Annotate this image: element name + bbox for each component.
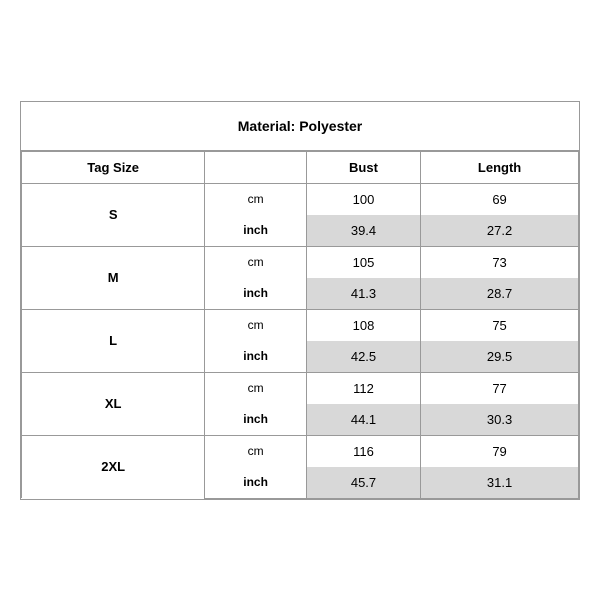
length-cm: 69 [421,183,579,215]
length-inch: 31.1 [421,467,579,499]
chart-title: Material: Polyester [21,102,579,151]
tag-size-cell: L [22,309,205,372]
table-row: 2XLcm11679 [22,435,579,467]
unit-cm: cm [205,246,307,278]
bust-inch: 42.5 [306,341,420,373]
table-row: Lcm10875 [22,309,579,341]
col-header-tag-size: Tag Size [22,151,205,183]
unit-inch: inch [205,341,307,373]
length-cm: 75 [421,309,579,341]
length-inch: 27.2 [421,215,579,247]
unit-inch: inch [205,278,307,310]
title-text: Material: Polyester [238,118,363,134]
length-cm: 77 [421,372,579,404]
length-cm: 79 [421,435,579,467]
tag-size-cell: XL [22,372,205,435]
unit-inch: inch [205,215,307,247]
length-inch: 29.5 [421,341,579,373]
length-cm: 73 [421,246,579,278]
tag-size-cell: M [22,246,205,309]
table-row: Scm10069 [22,183,579,215]
bust-cm: 108 [306,309,420,341]
size-table: Tag Size Bust Length Scm10069inch39.427.… [21,151,579,499]
bust-cm: 100 [306,183,420,215]
unit-cm: cm [205,372,307,404]
col-header-bust: Bust [306,151,420,183]
bust-cm: 112 [306,372,420,404]
col-header-unit [205,151,307,183]
unit-cm: cm [205,435,307,467]
bust-cm: 116 [306,435,420,467]
bust-inch: 45.7 [306,467,420,499]
unit-inch: inch [205,404,307,436]
bust-inch: 41.3 [306,278,420,310]
size-chart: Material: Polyester Tag Size Bust Length… [20,101,580,500]
table-row: XLcm11277 [22,372,579,404]
tag-size-cell: 2XL [22,435,205,498]
col-header-length: Length [421,151,579,183]
length-inch: 30.3 [421,404,579,436]
unit-cm: cm [205,183,307,215]
bust-inch: 44.1 [306,404,420,436]
length-inch: 28.7 [421,278,579,310]
table-row: Mcm10573 [22,246,579,278]
bust-inch: 39.4 [306,215,420,247]
unit-inch: inch [205,467,307,499]
unit-cm: cm [205,309,307,341]
bust-cm: 105 [306,246,420,278]
tag-size-cell: S [22,183,205,246]
